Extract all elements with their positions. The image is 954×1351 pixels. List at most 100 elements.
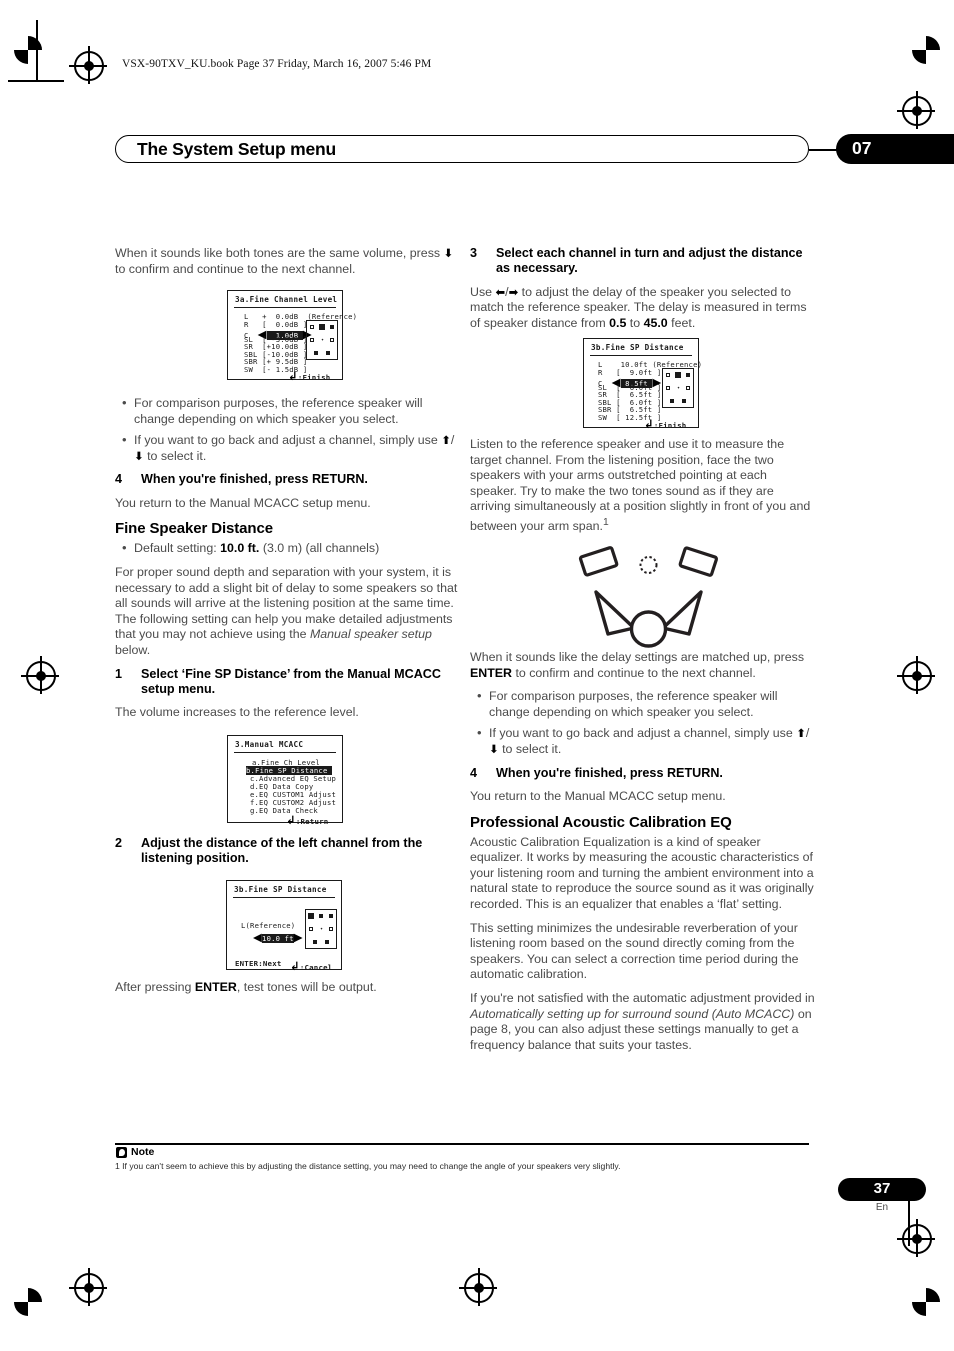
registration-circle-bottom-right <box>912 1288 940 1316</box>
figure-fine-sp-distance-left: 3b.Fine SP Distance L(Reference) ◀10.0 f… <box>226 880 342 973</box>
speaker-front-right-icon <box>329 914 333 918</box>
speaker-front-left-icon <box>310 325 314 329</box>
speaker-layout-map: ✦ <box>306 320 338 360</box>
figure-fine-sp-distance: 3b.Fine SP Distance L 10.0ft (Reference)… <box>583 338 702 431</box>
default-setting-label: Default setting: <box>134 541 217 556</box>
enter-key-label: ENTER <box>194 980 237 994</box>
osd-footer: ↲:Finish <box>288 369 331 383</box>
speaker-surround-back-right-icon <box>326 351 330 355</box>
return-icon: ↲ <box>286 813 296 827</box>
left-column-after-enter: After pressing ENTER, test tones will be… <box>115 980 460 1004</box>
language-code: En <box>875 1202 889 1213</box>
return-icon: ↲ <box>290 959 300 973</box>
after-enter-paragraph: After pressing ENTER, test tones will be… <box>115 980 377 994</box>
listen-paragraph: Listen to the reference speaker and use … <box>470 437 815 535</box>
right-column-listen: Listen to the reference speaker and use … <box>470 437 815 543</box>
step-title: Select ‘Fine SP Distance’ from the Manua… <box>141 666 441 696</box>
list-item: If you want to go back and adjust a chan… <box>115 432 460 464</box>
speaker-front-left-icon <box>666 373 670 377</box>
reference-channel-label: L(Reference) <box>241 921 296 930</box>
center-reference-icon <box>639 556 658 574</box>
eq-paragraph-2: This setting minimizes the undesirable r… <box>470 920 799 982</box>
osd-divider <box>234 752 336 754</box>
manual-page: VSX-90TXV_KU.book Page 37 Friday, March … <box>0 0 954 1351</box>
speaker-surround-left-icon <box>309 927 313 931</box>
speaker-surround-back-right-icon <box>682 399 686 403</box>
default-setting-tail: (3.0 m) (all channels) <box>262 541 380 556</box>
step-4-heading: 4 When you're finished, press RETURN. <box>115 472 460 487</box>
note-icon <box>116 1147 127 1158</box>
step-2-heading: 2 Adjust the distance of the left channel… <box>115 836 460 867</box>
footnote-marker: 1 <box>602 516 609 528</box>
listen-paragraph-text: Listen to the reference speaker and use … <box>470 437 811 534</box>
distance-value-field[interactable]: ◀10.0 ft▶ <box>253 930 303 944</box>
eq-paragraph-1: Acoustic Calibration Equalization is a k… <box>470 834 814 911</box>
crop-mark-left-horizontal <box>8 80 64 82</box>
distance-max-value: 45.0 <box>643 316 668 330</box>
figure-manual-mcacc-menu: 3.Manual MCACC a.Fine Ch Level b.Fine SP… <box>227 735 343 827</box>
up-arrow-icon: ⬆ <box>441 433 451 448</box>
crop-mark-left-vertical <box>36 20 38 82</box>
chapter-number: 07 <box>852 138 872 158</box>
speaker-front-left-icon <box>308 913 314 919</box>
enter-key-label: ENTER <box>470 665 512 680</box>
speaker-surround-left-icon <box>666 386 670 390</box>
speaker-left-icon <box>578 546 619 577</box>
list-item: If you want to go back and adjust a chan… <box>470 725 815 757</box>
right-bullet-list: For comparison purposes, the reference s… <box>470 688 815 757</box>
speaker-layout-map: ✦ <box>662 368 694 408</box>
step-number: 3 <box>470 246 478 260</box>
right-column-after-diagram: When it sounds like the delay settings a… <box>470 650 815 1061</box>
matched-paragraph: When it sounds like the delay settings a… <box>470 650 805 680</box>
left-column-after-fig-3a: For comparison purposes, the reference s… <box>115 395 460 729</box>
step-number: 2 <box>115 836 123 850</box>
listener-position-icon: ✦ <box>320 337 324 343</box>
speaker-front-right-icon <box>330 325 334 329</box>
osd-footer: ↲:Return <box>286 813 329 827</box>
left-intro-paragraph: When it sounds like both tones are the s… <box>115 246 454 276</box>
distance-min-value: 0.5 <box>609 316 627 330</box>
speaker-surround-back-left-icon <box>314 351 318 355</box>
left-column-step-2: 2 Adjust the distance of the left channel… <box>115 836 460 875</box>
step-4-heading: 4 When you're finished, press RETURN. <box>470 766 815 781</box>
speaker-surround-back-right-icon <box>325 940 329 944</box>
step-title: Select each channel in turn and adjust t… <box>496 246 803 276</box>
left-arrow-icon[interactable]: ◀ <box>253 930 262 944</box>
default-setting-value: 10.0 ft. <box>220 541 260 556</box>
osd-title: 3b.Fine SP Distance <box>234 885 327 894</box>
step-4-body: You return to the Manual MCACC setup men… <box>115 495 371 510</box>
down-arrow-icon: ⬇ <box>443 246 454 260</box>
right-arrow-icon: ➡ <box>508 284 519 299</box>
osd-footer-cancel: ↲:Cancel <box>290 959 333 973</box>
left-arrow-icon: ⬅ <box>495 284 506 299</box>
default-setting-list: Default setting: 10.0 ft. (3.0 m) (all c… <box>115 540 460 557</box>
osd-divider <box>233 897 335 899</box>
listener-position-icon: ✦ <box>319 926 323 932</box>
speaker-surround-left-icon <box>310 338 314 342</box>
osd-title: 3.Manual MCACC <box>235 740 304 749</box>
eq-paragraph-3: If you're not satisfied with the automat… <box>470 991 815 1053</box>
osd-footer-enter: ENTER:Next <box>235 959 282 968</box>
crop-mark-right-vertical <box>908 1190 910 1246</box>
step-3-heading: 3 Select each channel in turn and adjust … <box>470 246 815 277</box>
note-rule <box>115 1143 809 1145</box>
up-arrow-icon: ⬆ <box>796 726 806 741</box>
step-3-body: Use ⬅/➡ to adjust the delay of the speak… <box>470 284 807 330</box>
listener-diagram-svg <box>578 546 719 648</box>
page-number: 37 <box>873 1180 891 1197</box>
left-arm-icon <box>594 590 636 636</box>
speaker-layout-map: ✦ <box>305 909 337 949</box>
left-bullet-list: For comparison purposes, the reference s… <box>115 395 460 464</box>
speaker-center-icon <box>319 324 325 330</box>
running-head-rule <box>809 149 839 151</box>
eq-paragraph-3-lead: If you're not satisfied with the automat… <box>470 990 815 1005</box>
right-arrow-icon[interactable]: ▶ <box>294 930 303 944</box>
section-heading-professional-eq: Professional Acoustic Calibration EQ <box>470 813 732 831</box>
speaker-surround-right-icon <box>330 338 334 342</box>
page-title: The System Setup menu <box>137 139 337 159</box>
section-heading-fine-speaker-distance: Fine Speaker Distance <box>115 520 273 538</box>
speaker-center-icon <box>675 372 681 378</box>
listener-head-icon <box>629 610 668 648</box>
list-item: For comparison purposes, the reference s… <box>115 395 460 427</box>
speaker-surround-right-icon <box>329 927 333 931</box>
